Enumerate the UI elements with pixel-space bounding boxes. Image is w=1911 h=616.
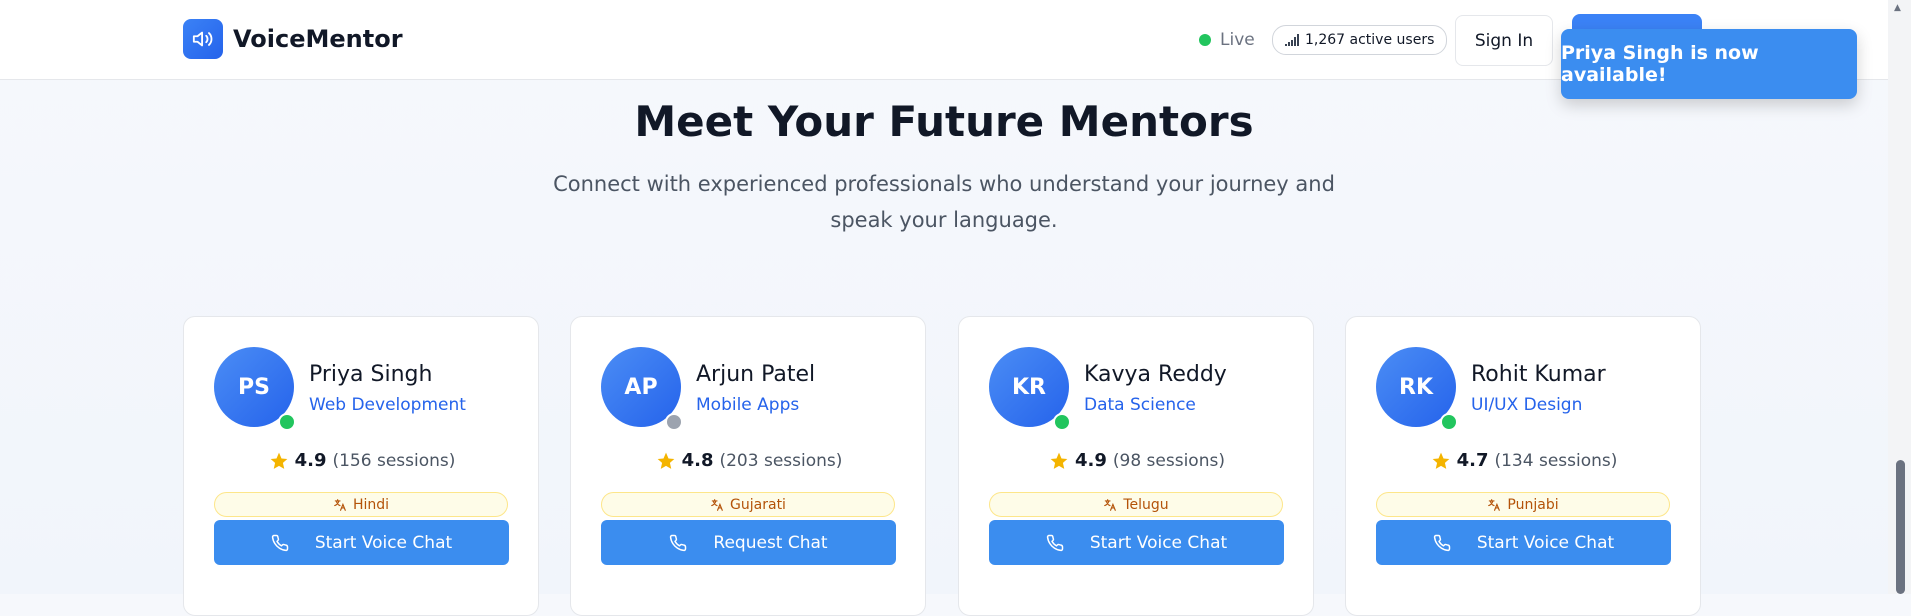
rating-value: 4.9	[1075, 450, 1107, 471]
language-label: Telugu	[1123, 496, 1169, 513]
mentor-card: PS Priya Singh Web Development 4.9 (156 …	[183, 316, 539, 616]
translate-icon	[1488, 498, 1501, 511]
mentor-card: KR Kavya Reddy Data Science 4.9 (98 sess…	[958, 316, 1314, 616]
rating-value: 4.8	[681, 450, 714, 471]
chat-button-label: Request Chat	[713, 532, 828, 553]
language-badge: Hindi	[214, 492, 508, 517]
language-label: Gujarati	[730, 496, 786, 513]
online-status-icon	[278, 413, 296, 431]
availability-toast: Priya Singh is now available!	[1561, 29, 1857, 99]
scrollbar[interactable]: ▲	[1888, 0, 1911, 594]
star-icon	[1432, 452, 1449, 469]
brand-name[interactable]: VoiceMentor	[233, 25, 403, 53]
star-icon	[270, 452, 287, 469]
live-dot-icon	[1199, 34, 1211, 46]
mentor-name: Arjun Patel	[696, 362, 816, 387]
session-count: (203 sessions)	[719, 450, 843, 471]
request-chat-button[interactable]: Request Chat	[601, 520, 896, 565]
signal-bars-icon	[1285, 34, 1299, 46]
mentor-card: RK Rohit Kumar UI/UX Design 4.7 (134 ses…	[1345, 316, 1701, 616]
phone-icon	[1046, 534, 1064, 551]
star-icon	[657, 452, 674, 469]
translate-icon	[334, 498, 346, 511]
mentor-name: Priya Singh	[309, 362, 433, 387]
language-label: Punjabi	[1507, 496, 1559, 513]
mentor-specialty: Data Science	[1084, 395, 1196, 415]
start-voice-chat-button[interactable]: Start Voice Chat	[1376, 520, 1671, 565]
mentor-card: AP Arjun Patel Mobile Apps 4.8 (203 sess…	[570, 316, 926, 616]
session-count: (98 sessions)	[1112, 450, 1225, 471]
page-title: Meet Your Future Mentors	[634, 97, 1254, 146]
page-subtitle: Connect with experienced professionals w…	[553, 172, 1335, 232]
language-badge: Gujarati	[601, 492, 895, 517]
offline-status-icon	[665, 413, 683, 431]
rating-row: 4.9 (156 sessions)	[184, 450, 540, 471]
online-status-icon	[1440, 413, 1458, 431]
scroll-up-arrow-icon[interactable]: ▲	[1894, 3, 1901, 13]
mentor-specialty: UI/UX Design	[1471, 395, 1583, 415]
language-label: Hindi	[352, 496, 390, 513]
mentor-name: Kavya Reddy	[1084, 362, 1227, 387]
rating-value: 4.9	[294, 450, 327, 471]
translate-icon	[1104, 498, 1117, 511]
rating-row: 4.7 (134 sessions)	[1346, 450, 1702, 471]
rating-row: 4.8 (203 sessions)	[571, 450, 927, 471]
phone-icon	[670, 534, 687, 551]
active-users-count: 1,267 active users	[1305, 32, 1435, 48]
start-voice-chat-button[interactable]: Start Voice Chat	[989, 520, 1284, 565]
star-icon	[1050, 452, 1068, 469]
start-voice-chat-button[interactable]: Start Voice Chat	[214, 520, 509, 565]
rating-row: 4.9 (98 sessions)	[959, 450, 1315, 471]
online-status-icon	[1053, 413, 1071, 431]
chat-button-label: Start Voice Chat	[314, 532, 453, 553]
active-users-badge: 1,267 active users	[1272, 25, 1448, 55]
live-label: Live	[1220, 30, 1255, 50]
mentor-name: Rohit Kumar	[1471, 362, 1606, 387]
mentor-specialty: Web Development	[309, 395, 466, 415]
phone-icon	[1433, 534, 1451, 551]
chat-button-label: Start Voice Chat	[1476, 532, 1615, 553]
session-count: (134 sessions)	[1494, 450, 1618, 471]
language-badge: Punjabi	[1376, 492, 1670, 517]
rating-value: 4.7	[1456, 450, 1489, 471]
phone-icon	[271, 534, 289, 551]
mentor-specialty: Mobile Apps	[696, 395, 800, 415]
translate-icon	[711, 498, 723, 511]
language-badge: Telugu	[989, 492, 1283, 517]
sign-in-button[interactable]: Sign In	[1455, 15, 1553, 66]
speaker-logo-icon[interactable]	[183, 19, 223, 59]
session-count: (156 sessions)	[332, 450, 456, 471]
live-indicator: Live	[1199, 30, 1255, 50]
scrollbar-thumb[interactable]	[1896, 460, 1905, 594]
chat-button-label: Start Voice Chat	[1089, 532, 1228, 553]
